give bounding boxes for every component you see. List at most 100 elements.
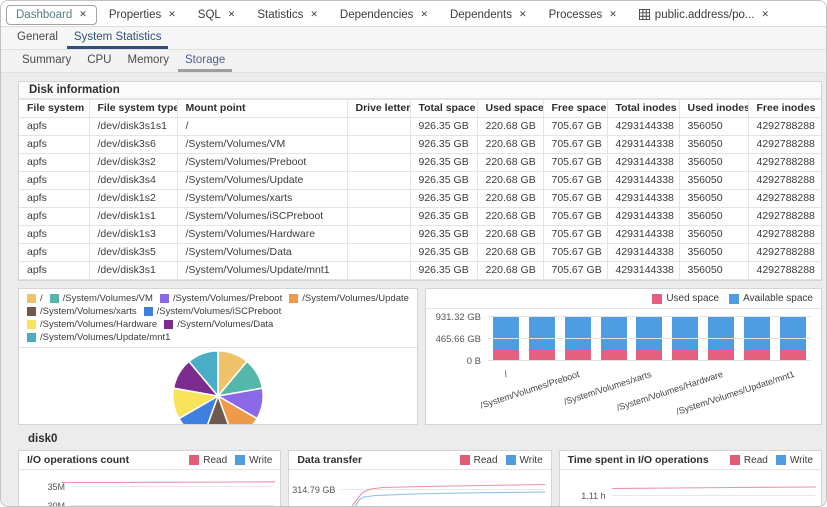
column-header-mount-point[interactable]: Mount point xyxy=(177,100,347,118)
table-cell: apfs xyxy=(19,154,89,172)
table-cell: apfs xyxy=(19,136,89,154)
table-cell: 4292788288 xyxy=(748,154,821,172)
close-icon[interactable]: ✕ xyxy=(310,10,318,19)
column-header-file-system-type[interactable]: File system type xyxy=(89,100,177,118)
table-cell: 4292788288 xyxy=(748,190,821,208)
close-icon[interactable]: ✕ xyxy=(519,10,527,19)
tab-processes[interactable]: Processes✕ xyxy=(539,5,627,25)
table-cell xyxy=(347,262,410,280)
table-cell xyxy=(347,208,410,226)
storage-content: Disk information File systemFile system … xyxy=(1,73,826,506)
bar-used-segment xyxy=(601,350,627,360)
table-cell: 4293144338 xyxy=(607,190,679,208)
legend-label: Write xyxy=(790,455,813,466)
chart-header: I/O operations countReadWrite xyxy=(19,451,280,470)
tab-statistics[interactable]: Statistics✕ xyxy=(247,5,328,25)
tab-properties[interactable]: Properties ✕ xyxy=(99,5,186,25)
table-cell: 4292788288 xyxy=(748,136,821,154)
legend-label: /System/Volumes/iSCPreboot xyxy=(157,305,282,318)
disk-information-panel: Disk information File systemFile system … xyxy=(18,81,822,281)
disk0-title: disk0 xyxy=(18,425,822,450)
table-cell: 705.67 GB xyxy=(543,190,607,208)
table-cell: /dev/disk3s6 xyxy=(89,136,177,154)
tab-dependents[interactable]: Dependents✕ xyxy=(440,5,537,25)
table-row: apfs/dev/disk3s4/System/Volumes/Update92… xyxy=(19,172,821,190)
nav-item-summary[interactable]: Summary xyxy=(15,50,78,72)
column-header-free-inodes[interactable]: Free inodes xyxy=(748,100,821,118)
table-body: apfs/dev/disk3s1s1/926.35 GB220.68 GB705… xyxy=(19,118,821,280)
table-cell: 4293144338 xyxy=(607,208,679,226)
table-cell: /System/Volumes/xarts xyxy=(177,190,347,208)
tab-dashboard[interactable]: Dashboard✕ xyxy=(6,5,97,25)
tab-sql[interactable]: SQL ✕ xyxy=(188,5,246,25)
close-icon[interactable]: ✕ xyxy=(228,10,236,19)
table-cell: 705.67 GB xyxy=(543,226,607,244)
bar-legend-item-available-space: Available space xyxy=(729,292,813,305)
legend-label: /System/Volumes/Hardware xyxy=(40,318,157,331)
table-cell: 926.35 GB xyxy=(410,136,477,154)
bar-available-segment xyxy=(744,316,770,349)
tab-dependencies[interactable]: Dependencies✕ xyxy=(330,5,438,25)
table-cell: /dev/disk3s1s1 xyxy=(89,118,177,136)
column-header-file-system[interactable]: File system xyxy=(19,100,89,118)
line-series-read xyxy=(612,487,816,489)
column-header-total-space[interactable]: Total space xyxy=(410,100,477,118)
close-icon[interactable]: ✕ xyxy=(168,10,176,19)
table-cell: 4292788288 xyxy=(748,262,821,280)
nav-item-storage[interactable]: Storage xyxy=(178,50,232,72)
bar-used-segment xyxy=(493,350,519,360)
line-chart-svg xyxy=(303,470,545,506)
legend-label: /System/Volumes/Update/mnt1 xyxy=(40,331,170,344)
legend-item-write: Write xyxy=(235,455,272,466)
chart-title: Data transfer xyxy=(297,454,362,466)
close-icon[interactable]: ✕ xyxy=(762,10,770,19)
table-cell: 220.68 GB xyxy=(477,262,543,280)
legend-item-read: Read xyxy=(730,455,768,466)
column-header-used-space[interactable]: Used space xyxy=(477,100,543,118)
panel-nav: GeneralSystem Statistics xyxy=(1,27,826,50)
table-cell: 220.68 GB xyxy=(477,172,543,190)
tab-label: SQL xyxy=(198,9,221,21)
close-icon[interactable]: ✕ xyxy=(420,10,428,19)
table-row: apfs/dev/disk1s1/System/Volumes/iSCPrebo… xyxy=(19,208,821,226)
table-row: apfs/dev/disk3s1s1/926.35 GB220.68 GB705… xyxy=(19,118,821,136)
bar-used-segment xyxy=(708,350,734,360)
table-cell: 220.68 GB xyxy=(477,226,543,244)
nav-item-system-statistics[interactable]: System Statistics xyxy=(67,27,169,49)
legend-color-chip xyxy=(460,455,470,465)
bar-x-tick-label: / xyxy=(504,369,509,379)
close-icon[interactable]: ✕ xyxy=(609,10,617,19)
bar-used-segment xyxy=(744,350,770,360)
disk-usage-pie-panel: //System/Volumes/VM/System/Volumes/Prebo… xyxy=(18,288,418,425)
nav-item-general[interactable]: General xyxy=(10,27,65,49)
table-cell: 705.67 GB xyxy=(543,136,607,154)
tab-label: Properties xyxy=(109,9,161,21)
nav-item-memory[interactable]: Memory xyxy=(120,50,176,72)
legend-color-chip xyxy=(189,455,199,465)
legend-item-write: Write xyxy=(506,455,543,466)
column-header-used-inodes[interactable]: Used inodes xyxy=(679,100,748,118)
legend-label: Read xyxy=(474,455,498,466)
table-cell: apfs xyxy=(19,208,89,226)
table-cell: 926.35 GB xyxy=(410,226,477,244)
close-icon[interactable]: ✕ xyxy=(79,10,87,19)
legend-color-chip xyxy=(27,333,36,342)
chart-header: Data transfer Read Write xyxy=(289,451,550,470)
tab-bar: Dashboard✕Properties✕SQL✕Statistics✕Depe… xyxy=(1,1,826,27)
column-header-total-inodes[interactable]: Total inodes xyxy=(607,100,679,118)
table-cell: 220.68 GB xyxy=(477,154,543,172)
column-header-free-space[interactable]: Free space xyxy=(543,100,607,118)
line-series-write xyxy=(347,492,546,506)
column-header-drive-letter[interactable]: Drive letter xyxy=(347,100,410,118)
table-row: apfs/dev/disk3s6/System/Volumes/VM926.35… xyxy=(19,136,821,154)
chart-legend: Read Write xyxy=(460,455,543,466)
table-cell: 705.67 GB xyxy=(543,154,607,172)
table-cell: 356050 xyxy=(679,262,748,280)
legend-item-read: Read xyxy=(460,455,498,466)
tab-public-address-po[interactable]: public.address/po...✕ xyxy=(629,5,779,25)
nav-item-cpu[interactable]: CPU xyxy=(80,50,118,72)
table-cell: 4292788288 xyxy=(748,226,821,244)
table-cell: 926.35 GB xyxy=(410,244,477,262)
legend-color-chip xyxy=(235,455,245,465)
bar-y-tick-label: 465.66 GB xyxy=(436,334,481,345)
